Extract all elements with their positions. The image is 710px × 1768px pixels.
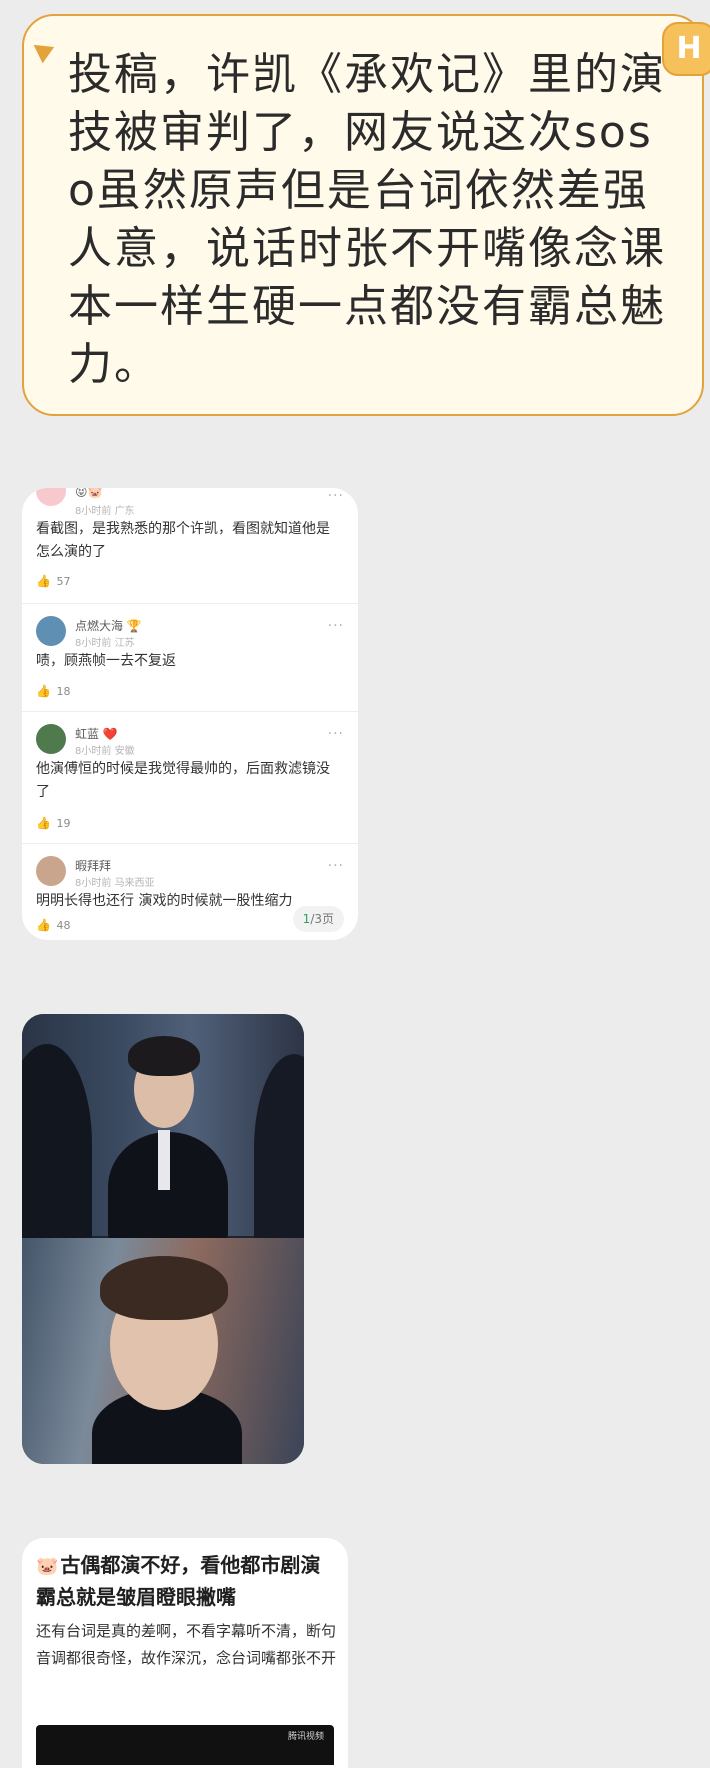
more-options-icon[interactable]: ···: [328, 858, 344, 874]
user-badge-icon: 🏆: [126, 619, 142, 633]
comment-username-emoji[interactable]: 😝🐷: [75, 488, 102, 499]
comment-text: 看截图，是我熟悉的那个许凯，看图就知道他是怎么演的了: [36, 521, 330, 560]
like-button[interactable]: 👍 57: [36, 574, 70, 588]
comment-location: 安徽: [114, 746, 135, 757]
comment-username[interactable]: 暇拜拜: [75, 857, 111, 874]
still-closeup-scene: [22, 1238, 304, 1464]
avatar[interactable]: [36, 724, 66, 754]
comment-item: 😝🐷 8小时前 广东 ··· 看截图，是我熟悉的那个许凯，看图就知道他是怎么演的…: [22, 488, 358, 604]
drama-stills-image[interactable]: [22, 1014, 304, 1464]
like-count: 48: [56, 919, 71, 932]
more-options-icon[interactable]: ···: [328, 618, 344, 634]
comment-meta: 8小时前 安徽: [75, 742, 135, 757]
comment-username[interactable]: 虹蓝 ❤️: [75, 725, 118, 742]
comment-location: 江苏: [114, 638, 135, 649]
more-options-icon[interactable]: ···: [328, 726, 344, 742]
thumbs-up-icon: 👍: [36, 918, 51, 932]
thumbs-up-icon: 👍: [36, 816, 51, 830]
comment-meta: 8小时前 广东: [75, 502, 135, 517]
comment-username-text: 点燃大海: [75, 619, 124, 633]
comment-text: 他演傅恒的时候是我觉得最帅的，后面救滤镜没了: [36, 761, 330, 800]
post-body: 还有台词是真的差啊，不看字幕听不清，断句音调都很奇怪，故作深沉，念台词嘴都张不开: [36, 1622, 337, 1667]
comment-time: 8小时前: [75, 506, 112, 517]
still-suit-scene: [22, 1014, 304, 1244]
page-indicator[interactable]: 1/3页: [292, 906, 344, 932]
pig-icon: 🐷: [36, 1556, 59, 1577]
bubble-badge-icon: H: [662, 22, 710, 76]
post-card[interactable]: 🐷 古偶都演不好，看他都市剧演霸总就是皱眉瞪眼撇嘴 还有台词是真的差啊，不看字幕听…: [22, 1538, 348, 1768]
comment-item: 虹蓝 ❤️ 8小时前 安徽 ··· 他演傅恒的时候是我觉得最帅的，后面救滤镜没了…: [22, 712, 358, 844]
like-button[interactable]: 👍 18: [36, 684, 70, 698]
heart-icon: ❤️: [102, 727, 118, 741]
comment-username[interactable]: 点燃大海 🏆: [75, 617, 142, 634]
post-title: 🐷 古偶都演不好，看他都市剧演霸总就是皱眉瞪眼撇嘴: [36, 1550, 338, 1612]
bubble-tail: [27, 36, 55, 64]
comment-username-text: 虹蓝: [75, 727, 100, 741]
more-options-icon[interactable]: ···: [328, 488, 344, 504]
comment-meta: 8小时前 马来西亚: [75, 874, 155, 889]
post-text: 投稿，许凯《承欢记》里的演技被审判了，网友说这次soso虽然原声但是台词依然差强…: [68, 49, 666, 390]
like-count: 19: [56, 817, 71, 830]
comment-time: 8小时前: [75, 746, 112, 757]
thumbs-up-icon: 👍: [36, 574, 51, 588]
comment-time: 8小时前: [75, 638, 112, 649]
like-button[interactable]: 👍 19: [36, 816, 70, 830]
comment-meta: 8小时前 江苏: [75, 634, 135, 649]
video-thumbnail[interactable]: 腾讯视频: [36, 1725, 334, 1765]
post-title-text: 古偶都演不好，看他都市剧演霸总就是皱眉瞪眼撇嘴: [36, 1553, 321, 1609]
like-count: 57: [56, 575, 71, 588]
like-button[interactable]: 👍 48: [36, 918, 70, 932]
avatar[interactable]: [36, 856, 66, 886]
avatar[interactable]: [36, 488, 66, 506]
comment-item: 点燃大海 🏆 8小时前 江苏 ··· 啧，顾燕帧一去不复返 👍 18: [22, 604, 358, 712]
video-source-logo: 腾讯视频: [287, 1732, 324, 1742]
comment-location: 马来西亚: [114, 878, 155, 889]
comment-location: 广东: [114, 506, 135, 517]
thumbs-up-icon: 👍: [36, 684, 51, 698]
post-text-bubble: 投稿，许凯《承欢记》里的演技被审判了，网友说这次soso虽然原声但是台词依然差强…: [22, 14, 710, 416]
comment-time: 8小时前: [75, 878, 112, 889]
page-total: /3页: [310, 912, 334, 926]
like-count: 18: [56, 685, 71, 698]
avatar[interactable]: [36, 616, 66, 646]
comments-screenshot-card[interactable]: 😝🐷 8小时前 广东 ··· 看截图，是我熟悉的那个许凯，看图就知道他是怎么演的…: [22, 488, 358, 940]
comment-text: 啧，顾燕帧一去不复返: [36, 653, 176, 669]
